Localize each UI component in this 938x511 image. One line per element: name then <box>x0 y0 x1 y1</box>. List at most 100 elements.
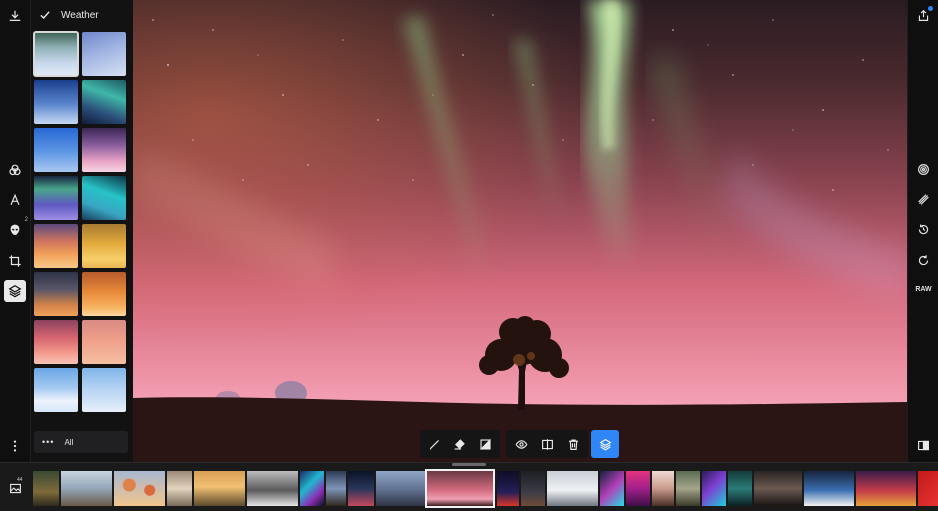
filter-thumb-green-aurora-7[interactable] <box>34 176 78 220</box>
image-canvas[interactable] <box>133 0 907 462</box>
photo-editor-app: 2 Weather ••• All RAW 44 <box>0 0 938 511</box>
split-view-button[interactable] <box>913 435 934 456</box>
film-thumb-current[interactable] <box>425 469 495 508</box>
film-thumb-8[interactable] <box>326 471 346 506</box>
filter-thumb-orange-sunset-9[interactable] <box>34 224 78 268</box>
compare-icon <box>541 438 553 450</box>
gallery-count: 44 <box>17 477 23 483</box>
download-icon <box>9 10 21 21</box>
crop-icon <box>9 255 21 267</box>
panel-header: Weather <box>31 0 133 30</box>
rotate-button[interactable] <box>913 250 934 271</box>
filter-thumb-aurora-1[interactable] <box>33 31 79 77</box>
notification-dot <box>928 6 933 11</box>
crop-button[interactable] <box>4 250 26 272</box>
right-tool-rail: RAW <box>907 0 938 462</box>
gallery-icon <box>9 483 21 493</box>
mask-slash-icon <box>918 194 929 205</box>
brush-icon <box>430 439 440 450</box>
film-thumb-14[interactable] <box>547 471 598 506</box>
film-thumb-22[interactable] <box>804 471 854 506</box>
film-thumb-7[interactable] <box>300 471 324 506</box>
filters-button[interactable] <box>4 159 26 181</box>
gradient-button[interactable] <box>475 433 496 455</box>
film-thumb-3[interactable] <box>114 471 165 506</box>
rotate-icon <box>918 255 929 266</box>
compare-button[interactable] <box>536 433 558 455</box>
eraser-button[interactable] <box>449 433 470 455</box>
filters-icon <box>9 164 21 176</box>
share-button[interactable] <box>913 5 934 26</box>
text-tool-button[interactable] <box>4 189 26 211</box>
layers-stack-icon <box>598 438 612 450</box>
filter-thumb-blue-sky-5[interactable] <box>34 128 78 172</box>
filmstrip-drag-handle[interactable] <box>452 463 486 466</box>
film-thumb-23[interactable] <box>856 471 916 506</box>
retouch-face-icon <box>10 224 20 235</box>
delete-button[interactable] <box>562 433 584 455</box>
filter-panel: Weather ••• All <box>31 0 133 462</box>
filter-thumb-peach-sky-14[interactable] <box>82 320 126 364</box>
layers-toolbar <box>591 430 623 458</box>
layers-toggle-button[interactable] <box>591 430 619 458</box>
retouch-button[interactable]: 2 <box>4 217 28 241</box>
apply-check-button[interactable] <box>39 9 51 21</box>
history-icon <box>918 224 929 235</box>
film-thumb-12[interactable] <box>497 471 519 506</box>
filter-thumb-purple-dusk-6[interactable] <box>82 128 126 172</box>
filter-thumb-pink-clouds-13[interactable] <box>34 320 78 364</box>
all-filters-button[interactable]: ••• All <box>34 431 128 453</box>
filter-thumb-blue-cloud-3[interactable] <box>34 80 78 124</box>
film-thumb-18[interactable] <box>676 471 700 506</box>
layers-button[interactable] <box>4 280 26 302</box>
film-thumb-19[interactable] <box>702 471 726 506</box>
film-thumb-10[interactable] <box>376 471 425 506</box>
check-icon <box>40 11 50 19</box>
slash-tool-button[interactable] <box>913 189 934 210</box>
eraser-icon <box>455 438 466 450</box>
film-thumb-6[interactable] <box>247 471 298 506</box>
film-thumb-5[interactable] <box>194 471 245 506</box>
all-filters-label: All <box>64 437 74 447</box>
gallery-button[interactable] <box>3 475 27 501</box>
film-thumb-9[interactable] <box>348 471 374 506</box>
filter-thumb-teal-aurora-4[interactable] <box>82 80 126 124</box>
filter-thumb-golden-clouds-10[interactable] <box>82 224 126 268</box>
healing-button[interactable] <box>913 159 934 180</box>
edit-toolbar <box>420 430 500 458</box>
film-thumb-20[interactable] <box>728 471 752 506</box>
filter-thumb-orange-horizon-12[interactable] <box>82 272 126 316</box>
film-thumb-1[interactable] <box>33 471 59 506</box>
film-thumb-2[interactable] <box>61 471 112 506</box>
more-options-icon <box>13 440 17 452</box>
film-thumb-15[interactable] <box>600 471 624 506</box>
filter-thumb-cyan-aurora-8[interactable] <box>82 176 126 220</box>
left-tool-rail: 2 <box>0 0 31 462</box>
filter-thumb-sky-2[interactable] <box>82 32 126 76</box>
panel-title: Weather <box>61 9 99 21</box>
filter-thumb-soft-blue-clouds-16[interactable] <box>82 368 126 412</box>
film-thumb-21[interactable] <box>754 471 802 506</box>
film-thumb-13[interactable] <box>521 471 545 506</box>
aurora-photo <box>133 0 907 462</box>
download-button[interactable] <box>4 5 26 27</box>
brush-button[interactable] <box>424 433 445 455</box>
film-thumb-17[interactable] <box>652 471 674 506</box>
more-options-button[interactable] <box>4 435 26 457</box>
raw-toggle[interactable]: RAW <box>912 286 935 293</box>
more-dots-icon: ••• <box>42 437 55 447</box>
layers-icon <box>8 285 22 298</box>
history-button[interactable] <box>913 219 934 240</box>
film-thumb-16[interactable] <box>626 471 650 506</box>
gradient-icon <box>479 438 491 450</box>
filter-thumb-storm-sunset-11[interactable] <box>34 272 78 316</box>
visibility-button[interactable] <box>510 433 532 455</box>
film-thumb-24[interactable] <box>918 471 938 506</box>
film-thumb-4[interactable] <box>167 471 192 506</box>
filter-thumb-light-blue-clouds-15[interactable] <box>34 368 78 412</box>
text-icon <box>10 193 20 206</box>
share-icon <box>918 9 929 21</box>
split-view-icon <box>918 440 929 451</box>
trash-icon <box>568 438 578 450</box>
spiral-icon <box>918 164 929 175</box>
